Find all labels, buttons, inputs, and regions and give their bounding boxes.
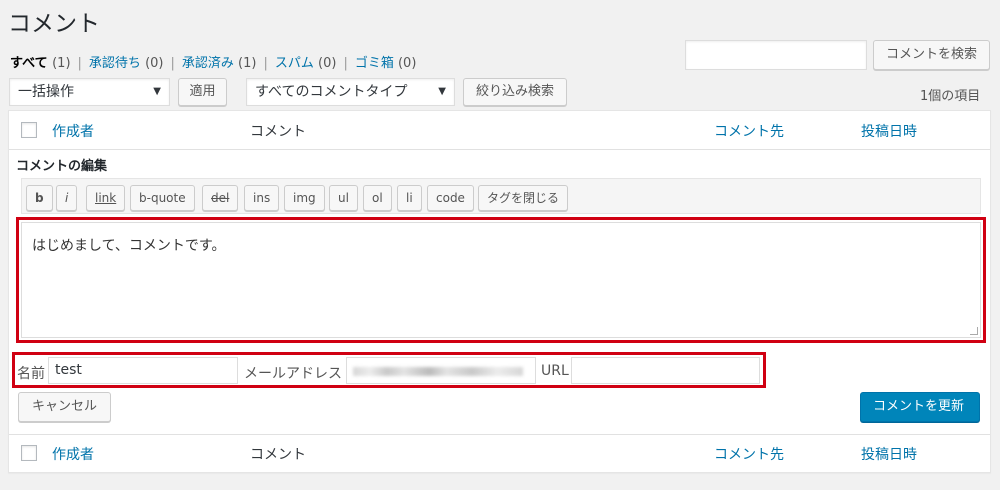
qt-del-button[interactable]: del	[202, 185, 239, 211]
filter-button[interactable]: 絞り込み検索	[463, 78, 567, 106]
filter-pending[interactable]: 承認待ち (0)	[89, 56, 164, 71]
resize-handle-icon[interactable]	[970, 327, 978, 335]
update-comment-button[interactable]: コメントを更新	[860, 392, 980, 422]
cancel-button[interactable]: キャンセル	[18, 392, 111, 422]
bulk-action-select[interactable]: 一括操作 ▼	[9, 78, 170, 106]
qt-code-button[interactable]: code	[427, 185, 474, 211]
quicktags-toolbar: b i link b-quote del ins img ul ol li co…	[21, 178, 981, 214]
filter-trash[interactable]: ゴミ箱 (0)	[355, 56, 417, 71]
qt-italic-button[interactable]: i	[56, 185, 78, 211]
filter-all[interactable]: すべて (1)	[10, 56, 71, 71]
blurred-email	[353, 367, 523, 376]
comment-textarea-highlight: はじめまして、コメントです。	[16, 217, 986, 343]
name-label: 名前	[17, 366, 45, 382]
comments-table: 作成者 コメント コメント先 投稿日時 コメントの編集 b i link b-q…	[8, 110, 991, 473]
item-count: 1個の項目	[920, 89, 981, 104]
comment-content: はじめまして、コメントです。	[32, 238, 226, 254]
search-input[interactable]	[685, 40, 867, 70]
qt-close-tags-button[interactable]: タグを閉じる	[478, 185, 569, 211]
column-comment-footer: コメント	[250, 447, 306, 463]
column-response-footer[interactable]: コメント先	[714, 444, 784, 464]
column-author-header[interactable]: 作成者	[52, 121, 94, 141]
apply-button[interactable]: 適用	[178, 78, 227, 106]
qt-li-button[interactable]: li	[397, 185, 422, 211]
email-input[interactable]	[346, 357, 536, 384]
comment-type-value: すべてのコメントタイプ	[255, 84, 408, 100]
qt-link-button[interactable]: link	[86, 185, 126, 211]
author-fields-highlight: 名前 test メールアドレス URL	[12, 352, 766, 388]
comment-textarea[interactable]: はじめまして、コメントです。	[21, 222, 981, 338]
qt-ul-button[interactable]: ul	[329, 185, 358, 211]
chevron-down-icon: ▼	[153, 86, 161, 97]
qt-ol-button[interactable]: ol	[363, 185, 392, 211]
column-comment-header: コメント	[250, 124, 306, 140]
qt-bquote-button[interactable]: b-quote	[130, 185, 195, 211]
name-input[interactable]: test	[48, 357, 238, 384]
column-date-header[interactable]: 投稿日時	[861, 121, 917, 141]
header-divider	[9, 149, 990, 150]
filter-approved[interactable]: 承認済み (1)	[182, 56, 257, 71]
column-response-header[interactable]: コメント先	[714, 121, 784, 141]
comment-type-select[interactable]: すべてのコメントタイプ ▼	[246, 78, 455, 106]
chevron-down-icon: ▼	[438, 86, 446, 97]
column-date-footer[interactable]: 投稿日時	[861, 444, 917, 464]
qt-bold-button[interactable]: b	[26, 185, 53, 211]
footer-divider	[9, 434, 990, 435]
url-input[interactable]	[571, 357, 760, 384]
page-title: コメント	[8, 11, 100, 37]
email-label: メールアドレス	[244, 366, 342, 382]
select-all-checkbox[interactable]	[21, 122, 37, 138]
url-label: URL	[541, 363, 569, 379]
qt-img-button[interactable]: img	[284, 185, 325, 211]
select-all-checkbox-footer[interactable]	[21, 445, 37, 461]
column-author-footer[interactable]: 作成者	[52, 444, 94, 464]
bulk-action-value: 一括操作	[18, 84, 74, 100]
status-filters: すべて (1) | 承認待ち (0) | 承認済み (1) | スパム (0) | ゴミ箱 (0…	[10, 56, 417, 71]
edit-comment-heading: コメントの編集	[16, 159, 108, 174]
search-comments-button[interactable]: コメントを検索	[873, 40, 990, 70]
filter-spam[interactable]: スパム (0)	[275, 56, 337, 71]
qt-ins-button[interactable]: ins	[244, 185, 280, 211]
